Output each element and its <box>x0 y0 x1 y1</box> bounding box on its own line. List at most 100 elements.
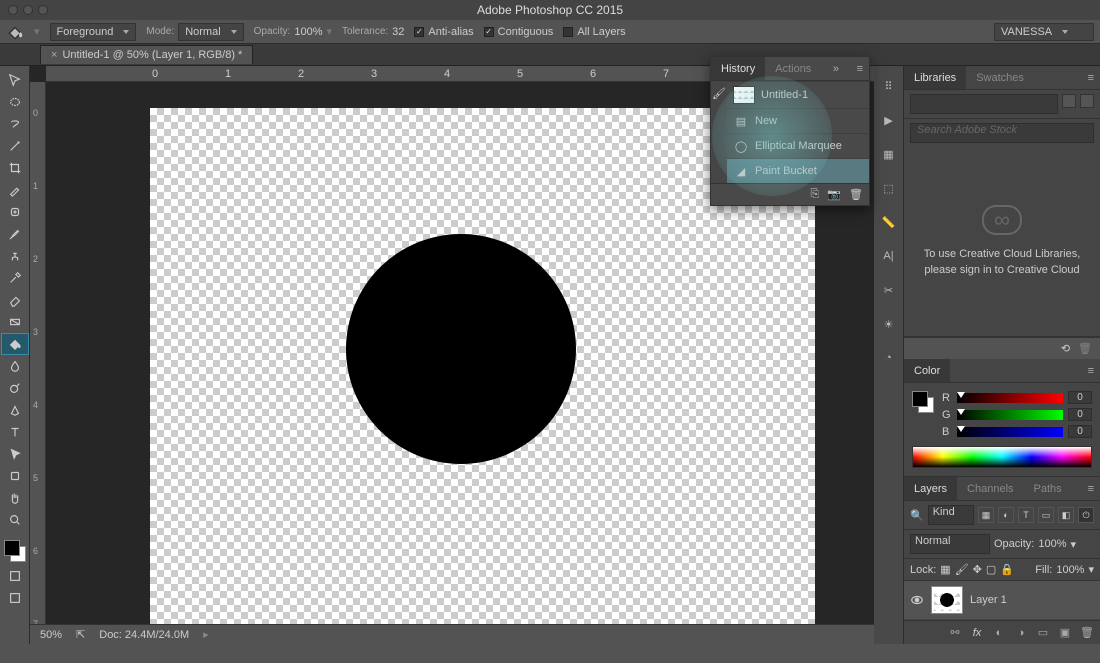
swatches[interactable]: ▦ <box>879 144 899 164</box>
layer-fill[interactable]: 100% <box>1056 564 1084 576</box>
new-document-from-state-icon[interactable]: ⎘ <box>811 188 820 201</box>
tool-clone[interactable] <box>2 246 28 266</box>
tab-libraries[interactable]: Libraries <box>904 66 966 89</box>
tool-hand[interactable] <box>2 488 28 508</box>
quick-mask-icon[interactable] <box>2 566 28 586</box>
filter-shape-icon[interactable]: ▭ <box>1038 507 1054 523</box>
character[interactable]: A| <box>879 246 899 266</box>
lock-all-icon[interactable]: 🔒 <box>1000 563 1014 576</box>
tool-eyedropper[interactable] <box>2 180 28 200</box>
tab-channels[interactable]: Channels <box>957 477 1023 500</box>
layer-blend-mode[interactable]: Normal <box>910 534 990 554</box>
doc-info[interactable]: Doc: 24.4M/24.0M <box>99 629 189 641</box>
lock-brush-icon[interactable]: 🖌 <box>955 563 969 576</box>
tool-shape[interactable] <box>2 466 28 486</box>
link-layers-icon[interactable]: ⚯ <box>948 626 962 640</box>
tool-blur[interactable] <box>2 356 28 376</box>
tab-actions[interactable]: Actions <box>765 57 821 80</box>
tab-color[interactable]: Color <box>904 359 950 382</box>
styles[interactable]: ⬚ <box>879 178 899 198</box>
blend-mode-dropdown[interactable]: Normal <box>178 23 243 41</box>
tool-history-brush[interactable] <box>2 268 28 288</box>
tool-pen[interactable] <box>2 400 28 420</box>
panel-menu-icon[interactable]: ≡ <box>1082 365 1100 377</box>
scissors[interactable]: ✂ <box>879 280 899 300</box>
tool-rect-marquee[interactable] <box>2 92 28 112</box>
ruler[interactable]: 📏 <box>879 212 899 232</box>
brush-settings[interactable]: ⠿ <box>879 76 899 96</box>
adjustment-icon[interactable]: ◑ <box>1014 626 1028 640</box>
adjustments[interactable]: ☀ <box>879 314 899 334</box>
panel-menu-icon[interactable]: ≡ <box>1082 72 1100 84</box>
history-document-row[interactable]: Untitled-1 <box>727 81 869 108</box>
list-view-icon[interactable] <box>1080 94 1094 108</box>
anti-alias-checkbox[interactable] <box>414 27 424 37</box>
tool-magic-wand[interactable] <box>2 136 28 156</box>
tool-path-select[interactable] <box>2 444 28 464</box>
tool-healing[interactable] <box>2 202 28 222</box>
lock-transparency-icon[interactable]: ▦ <box>940 563 950 576</box>
tab-paths[interactable]: Paths <box>1024 477 1072 500</box>
tool-eraser[interactable] <box>2 290 28 310</box>
tolerance-value[interactable]: 32 <box>392 26 404 38</box>
trash-icon[interactable]: 🗑 <box>1078 342 1092 355</box>
mask-icon[interactable]: ◐ <box>992 626 1006 640</box>
layer-row[interactable]: Layer 1 <box>904 581 1100 619</box>
active-tool-icon[interactable] <box>6 23 24 41</box>
collapse-icon[interactable]: » <box>825 63 847 75</box>
fill-source-dropdown[interactable]: Foreground <box>50 23 137 41</box>
color-ramp[interactable] <box>912 446 1092 468</box>
library-dropdown[interactable] <box>910 94 1058 114</box>
lock-artboard-icon[interactable]: ▢ <box>986 563 996 576</box>
filter-toggle-icon[interactable]: ⏻ <box>1078 507 1094 523</box>
snapshot-icon[interactable]: 📷 <box>827 188 841 201</box>
tool-lasso[interactable] <box>2 114 28 134</box>
filter-adjustment-icon[interactable]: ◐ <box>998 507 1014 523</box>
trash-icon[interactable]: 🗑 <box>1080 626 1094 640</box>
new-layer-icon[interactable]: ▣ <box>1058 626 1072 640</box>
filter-type-icon[interactable]: T <box>1018 507 1034 523</box>
filter-image-icon[interactable]: ▦ <box>978 507 994 523</box>
vertical-ruler[interactable]: 012345678 <box>30 82 46 644</box>
zoom-level[interactable]: 50% <box>40 629 62 641</box>
fx-icon[interactable]: fx <box>970 626 984 640</box>
share-icon[interactable]: ⇱ <box>76 628 85 641</box>
tab-swatches[interactable]: Swatches <box>966 66 1034 89</box>
workspace-dropdown[interactable]: VANESSA <box>994 23 1094 41</box>
group-icon[interactable]: ▭ <box>1036 626 1050 640</box>
cloud-sync[interactable]: ◔ <box>879 348 899 368</box>
layer-filter-kind[interactable]: Kind <box>928 505 974 525</box>
all-layers-checkbox[interactable] <box>563 27 573 37</box>
grid-view-icon[interactable] <box>1062 94 1076 108</box>
stock-search-input[interactable]: Search Adobe Stock <box>910 123 1094 143</box>
tool-gradient[interactable] <box>2 312 28 332</box>
panel-menu-icon[interactable]: ≡ <box>1082 483 1100 495</box>
tool-brush[interactable] <box>2 224 28 244</box>
tool-type[interactable] <box>2 422 28 442</box>
tool-dodge[interactable] <box>2 378 28 398</box>
contiguous-checkbox[interactable] <box>484 27 494 37</box>
color-swatch[interactable] <box>912 391 934 413</box>
window-controls[interactable] <box>8 5 48 15</box>
lock-position-icon[interactable]: ✥ <box>973 563 982 576</box>
tool-move[interactable] <box>2 70 28 90</box>
tab-history[interactable]: History <box>711 57 765 80</box>
tool-crop[interactable] <box>2 158 28 178</box>
layer-name[interactable]: Layer 1 <box>970 594 1007 606</box>
history-step[interactable]: ▤New <box>727 108 869 133</box>
tool-paint-bucket[interactable] <box>2 334 28 354</box>
document-tab[interactable]: × Untitled-1 @ 50% (Layer 1, RGB/8) * <box>40 45 253 64</box>
tab-layers[interactable]: Layers <box>904 477 957 500</box>
filter-smart-icon[interactable]: ◧ <box>1058 507 1074 523</box>
layer-opacity[interactable]: 100% <box>1038 538 1066 550</box>
close-icon[interactable]: × <box>51 49 57 61</box>
tool-zoom[interactable] <box>2 510 28 530</box>
history-step[interactable]: ◢Paint Bucket <box>727 158 869 183</box>
visibility-icon[interactable] <box>910 593 924 607</box>
panel-menu-icon[interactable]: ≡ <box>851 63 869 75</box>
cloud-sync-icon[interactable]: ⟲ <box>1061 342 1070 355</box>
history-step[interactable]: ◯Elliptical Marquee <box>727 133 869 158</box>
play[interactable]: ▶ <box>879 110 899 130</box>
history-panel[interactable]: History Actions » ≡ 🖌 Untitled-1 ▤New◯El… <box>710 56 870 206</box>
trash-icon[interactable]: 🗑 <box>849 188 863 201</box>
